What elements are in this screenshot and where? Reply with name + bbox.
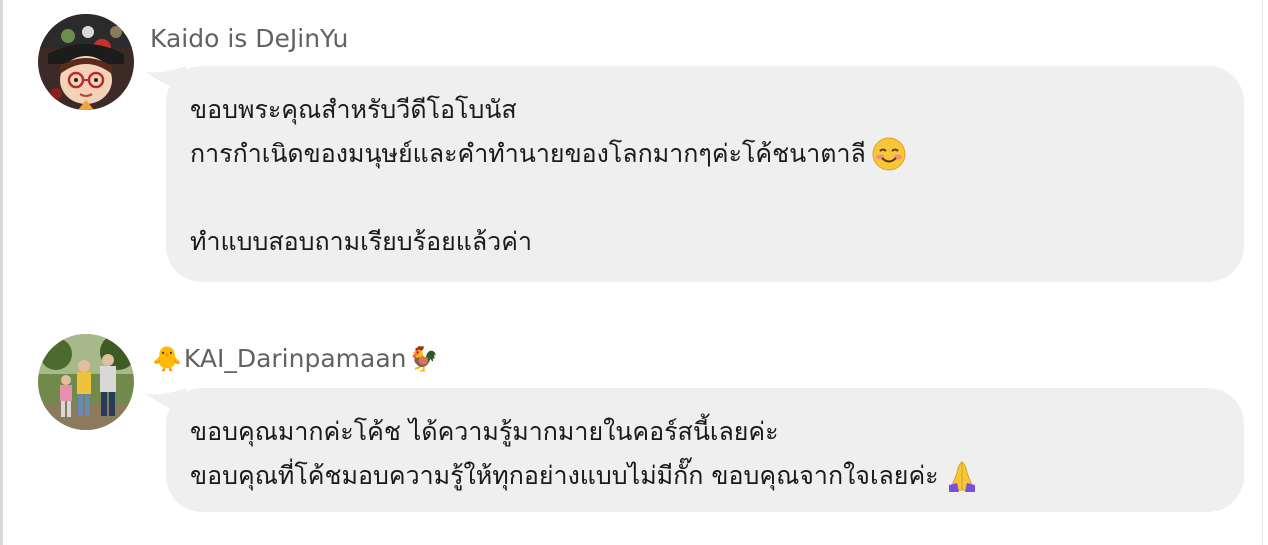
- message-line: ขอบพระคุณสำหรับวีดีโอโบนัส: [190, 95, 517, 124]
- message-line: การกำเนิดของมนุษย์และคำทำนายของโลกมากๆค่…: [190, 132, 1220, 176]
- message-line: ขอบคุณที่โค้ชมอบความรู้ให้ทุกอย่างแบบไม่…: [190, 454, 1220, 498]
- message-line-blank: [190, 176, 1220, 220]
- avatar[interactable]: [38, 334, 134, 430]
- thread-left-rule: [0, 0, 3, 545]
- folded-hands-emoji: [948, 460, 975, 492]
- message-line-text: ขอบคุณที่โค้ชมอบความรู้ให้ทุกอย่างแบบไม่…: [190, 461, 939, 490]
- message-line: ทำแบบสอบถามเรียบร้อยแล้วค่า: [190, 227, 532, 256]
- message-bubble: ขอบพระคุณสำหรับวีดีโอโบนัส การกำเนิดของม…: [166, 66, 1244, 282]
- cartoon-girl-avatar-icon: [38, 14, 134, 110]
- family-photo-avatar-icon: [38, 334, 134, 430]
- message-line: ขอบคุณมากค่ะโค้ช ได้ความรู้มากมายในคอร์ส…: [190, 417, 779, 446]
- comment-author[interactable]: 🐥 KAI_Darinpamaan 🐓: [150, 344, 440, 373]
- chick-emoji: 🐥: [152, 344, 182, 373]
- author-name[interactable]: Kaido is DeJinYu: [150, 24, 348, 53]
- message-bubble: ขอบคุณมากค่ะโค้ช ได้ความรู้มากมายในคอร์ส…: [166, 388, 1244, 512]
- author-name[interactable]: KAI_Darinpamaan: [184, 344, 407, 373]
- comment-author[interactable]: Kaido is DeJinYu: [150, 24, 348, 53]
- avatar[interactable]: [38, 14, 134, 110]
- smiling-face-emoji: [872, 137, 906, 171]
- rooster-emoji: 🐓: [408, 344, 439, 373]
- panel-right-border: [1262, 0, 1263, 545]
- message-line-text: การกำเนิดของมนุษย์และคำทำนายของโลกมากๆค่…: [190, 139, 866, 168]
